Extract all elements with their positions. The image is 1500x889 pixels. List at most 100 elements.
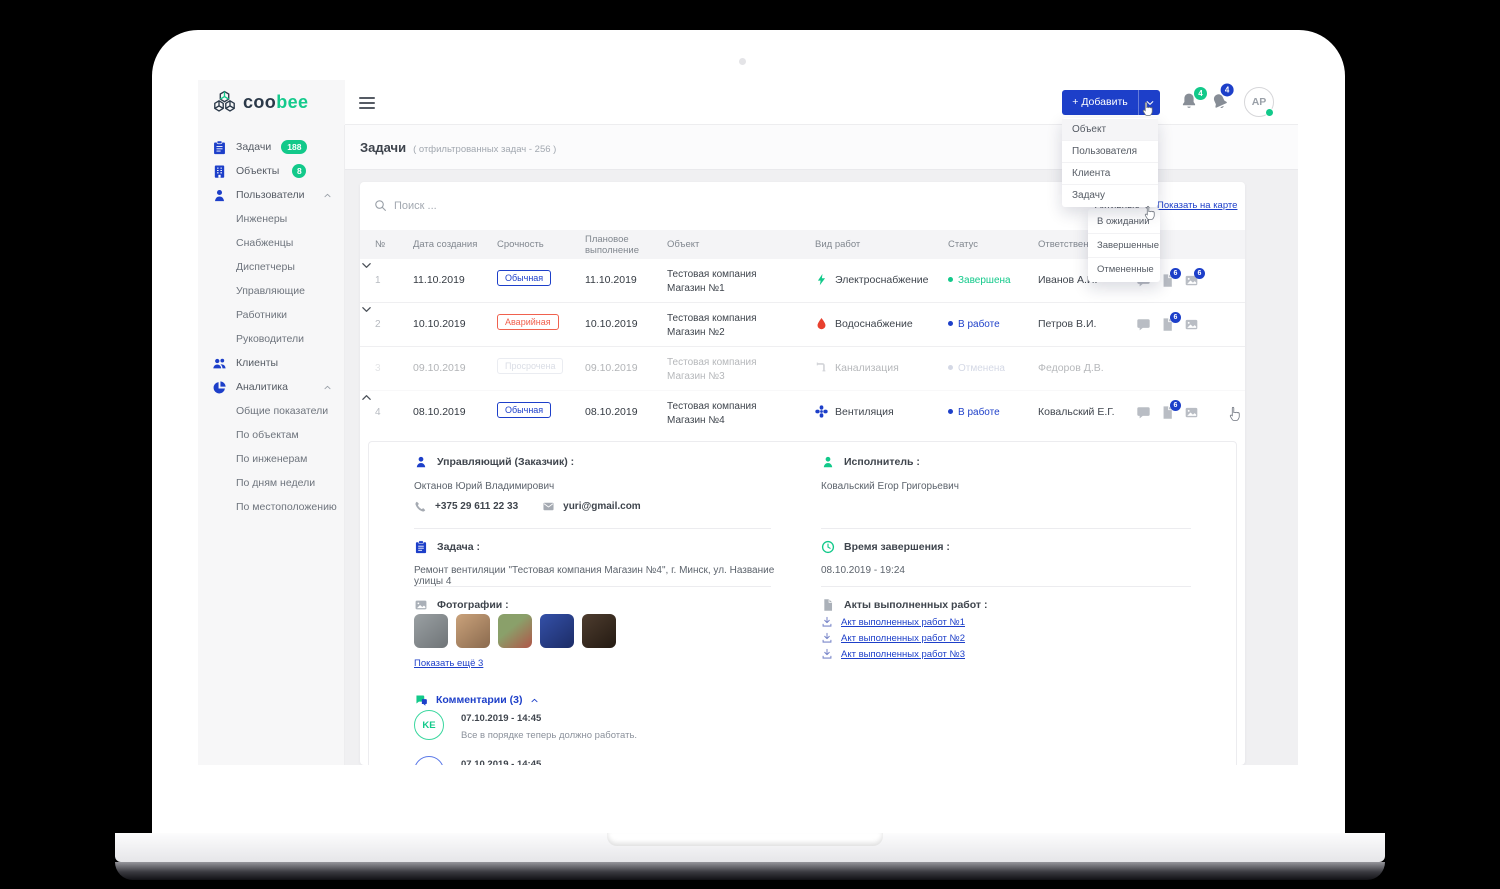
act-download-link[interactable]: Акт выполненных работ №2 (821, 632, 965, 644)
photos-icon[interactable]: 6 (1184, 273, 1199, 288)
photo-thumbnails (414, 614, 616, 648)
table-row[interactable]: 4 08.10.2019 Обычная 08.10.2019 Тестовая… (360, 391, 1245, 435)
filter-option-completed[interactable]: Завершенные (1088, 234, 1160, 258)
photo-thumbnail[interactable] (540, 614, 574, 648)
email-address: yuri@gmail.com (542, 500, 641, 513)
status-badge: Отменена (948, 363, 1005, 374)
sidebar-item-tasks[interactable]: Задачи 188 (198, 135, 344, 159)
object-name: Тестовая компанияМагазин №2 (667, 312, 757, 339)
photo-thumbnail[interactable] (414, 614, 448, 648)
add-chevron-icon[interactable] (1138, 90, 1160, 115)
show-more-photos-link[interactable]: Показать ещё 3 (414, 658, 483, 669)
row-number: 3 (375, 363, 381, 374)
menu-toggle-icon[interactable] (359, 97, 375, 109)
photo-thumbnail[interactable] (456, 614, 490, 648)
person-icon (414, 455, 428, 469)
add-menu-item-object[interactable]: Объект (1062, 119, 1158, 141)
photo-thumbnail[interactable] (498, 614, 532, 648)
urgency-badge: Обычная (497, 270, 551, 286)
collapse-chevron-icon[interactable] (360, 391, 1245, 404)
add-button-label: + Добавить (1062, 90, 1138, 115)
comments-icon[interactable] (1136, 317, 1151, 332)
search-icon (374, 199, 387, 212)
comment-date: 07.10.2019 - 14:45 (461, 759, 541, 765)
object-name: Тестовая компанияМагазин №4 (667, 400, 757, 427)
fan-icon (815, 405, 828, 418)
planned-date: 10.10.2019 (585, 318, 638, 330)
documents-count-badge: 6 (1170, 268, 1181, 279)
sidebar-item-label: Клиенты (236, 357, 278, 369)
work-type: Вентиляция (815, 405, 894, 418)
urgency-badge: Аварийная (497, 314, 559, 330)
act-download-link[interactable]: Акт выполненных работ №3 (821, 648, 965, 660)
download-icon (821, 616, 833, 628)
documents-count-badge: 6 (1170, 400, 1181, 411)
task-detail-panel: Управляющий (Заказчик) : Октанов Юрий Вл… (368, 441, 1237, 765)
object-name: Тестовая компанияМагазин №3 (667, 356, 757, 383)
sidebar-item-by-location[interactable]: По местоположению (198, 495, 344, 519)
avatar[interactable]: AP (1244, 87, 1274, 117)
comments-toggle[interactable]: Комментарии (3) (414, 693, 539, 707)
add-dropdown-menu: Объект Пользователя Клиента Задачу (1062, 118, 1158, 207)
documents-icon[interactable]: 6 (1160, 273, 1175, 288)
sidebar-item-by-engineers[interactable]: По инженерам (198, 447, 344, 471)
logo[interactable]: coobee (198, 80, 345, 125)
sidebar-item-managers[interactable]: Управляющие (198, 279, 344, 303)
sidebar-item-suppliers[interactable]: Снабженцы (198, 231, 344, 255)
sidebar-item-by-objects[interactable]: По объектам (198, 423, 344, 447)
show-on-map-link[interactable]: Показать на карте (1157, 200, 1237, 211)
col-number: № (375, 239, 385, 250)
table-row[interactable]: 3 09.10.2019 Просрочена 09.10.2019 Тесто… (360, 347, 1245, 391)
add-button[interactable]: + Добавить (1062, 90, 1160, 115)
laptop-notch (607, 833, 883, 846)
notifications-bell-icon[interactable]: 4 (1180, 92, 1200, 112)
documents-icon[interactable]: 6 (1160, 317, 1175, 332)
photos-icon[interactable] (1184, 405, 1199, 420)
planned-date: 09.10.2019 (585, 362, 638, 374)
act-download-link[interactable]: Акт выполненных работ №1 (821, 616, 965, 628)
work-type: Канализация (815, 361, 899, 374)
comments-icon[interactable] (1136, 405, 1151, 420)
online-status-dot (1265, 108, 1274, 117)
table-row[interactable]: 2 10.10.2019 Аварийная 10.10.2019 Тестов… (360, 303, 1245, 347)
object-name: Тестовая компанияМагазин №1 (667, 268, 757, 295)
filter-option-cancelled[interactable]: Отмененные (1088, 258, 1160, 281)
add-menu-item-user[interactable]: Пользователя (1062, 141, 1158, 163)
finish-time-label: Время завершения : (821, 540, 950, 554)
filter-option-pending[interactable]: В ожидании (1088, 210, 1160, 234)
sidebar-item-analytics[interactable]: Аналитика (198, 375, 344, 399)
executor-label: Исполнитель : (821, 455, 920, 469)
photos-icon[interactable] (1184, 317, 1199, 332)
expand-chevron-icon[interactable] (360, 303, 1245, 316)
col-created: Дата создания (413, 239, 477, 250)
messages-bell-icon[interactable]: 4 (1208, 89, 1234, 115)
clock-icon (821, 540, 835, 554)
created-date: 10.10.2019 (413, 318, 466, 330)
clipboard-icon (414, 540, 428, 554)
documents-icon[interactable]: 6 (1160, 405, 1175, 420)
app-window: coobee + Добавить 4 4 AP Объект Пользова… (198, 80, 1298, 765)
sidebar-item-clients[interactable]: Клиенты (198, 351, 344, 375)
sidebar-item-heads[interactable]: Руководители (198, 327, 344, 351)
download-icon (821, 648, 833, 660)
sidebar-item-engineers[interactable]: Инженеры (198, 207, 344, 231)
document-icon (821, 598, 835, 612)
comment-text: Все в порядке теперь должно работать. (461, 730, 637, 741)
add-menu-item-client[interactable]: Клиента (1062, 163, 1158, 185)
building-icon (212, 164, 227, 179)
sidebar-item-objects[interactable]: Объекты 8 (198, 159, 344, 183)
finish-time-value: 08.10.2019 - 19:24 (821, 565, 905, 576)
sidebar-item-by-weekdays[interactable]: По дням недели (198, 471, 344, 495)
sidebar-item-general-stats[interactable]: Общие показатели (198, 399, 344, 423)
sidebar-item-dispatchers[interactable]: Диспетчеры (198, 255, 344, 279)
add-menu-item-task[interactable]: Задачу (1062, 185, 1158, 206)
status-badge: В работе (948, 407, 1000, 418)
lightning-icon (815, 273, 828, 286)
photo-thumbnail[interactable] (582, 614, 616, 648)
search-input[interactable] (394, 196, 654, 216)
sidebar-item-workers[interactable]: Работники (198, 303, 344, 327)
row-number: 1 (375, 275, 381, 286)
sidebar-item-users[interactable]: Пользователи (198, 183, 344, 207)
chevron-up-icon (530, 696, 539, 705)
pie-chart-icon (212, 380, 227, 395)
